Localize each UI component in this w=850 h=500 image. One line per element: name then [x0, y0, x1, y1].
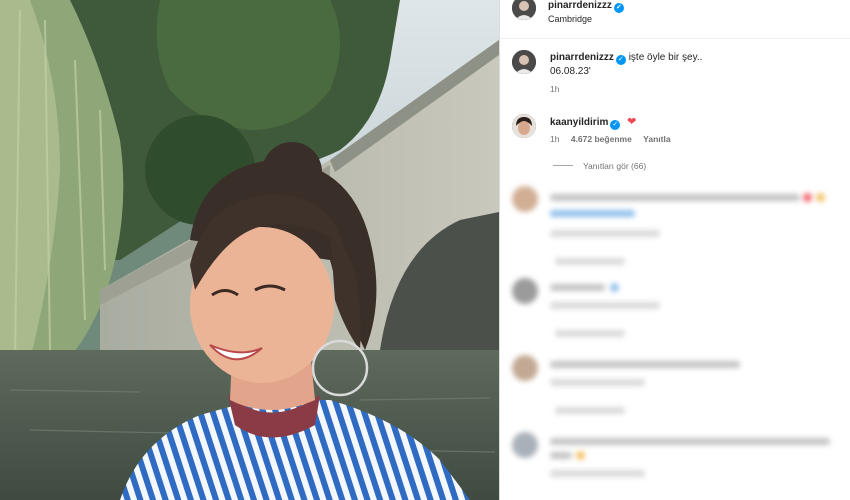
- blurred-meta: [550, 230, 660, 237]
- verified-badge-icon: ✓: [613, 3, 624, 13]
- comment-meta: 1h 4.672 beğenme Yanıtla: [550, 134, 680, 144]
- reply-button[interactable]: Yanıtla: [643, 134, 670, 144]
- commenter-username[interactable]: kaanyildirim: [550, 117, 608, 128]
- blurred-avatar: [512, 278, 538, 304]
- caption-timestamp[interactable]: 1h: [550, 84, 559, 94]
- post-header: pinarrdenizzz ✓ Cambridge: [500, 0, 850, 39]
- blurred-emoji: [576, 451, 585, 460]
- caption-author-avatar[interactable]: [512, 50, 536, 74]
- caption-username[interactable]: pinarrdenizzz: [550, 52, 614, 63]
- blurred-avatar: [512, 432, 538, 458]
- blurred-avatar: [512, 186, 538, 212]
- blurred-meta: [550, 302, 660, 309]
- blurred-text: [550, 438, 830, 445]
- blurred-meta: [550, 470, 645, 477]
- comment-line: kaanyildirim ✓ ❤: [550, 115, 636, 130]
- verified-badge-icon: ✓: [615, 55, 626, 65]
- heart-icon: ❤: [627, 116, 637, 128]
- view-replies-button[interactable]: Yanıtları gör (66): [553, 161, 646, 171]
- blurred-text: [550, 284, 605, 291]
- author-username[interactable]: pinarrdenizzz: [548, 0, 612, 11]
- blurred-meta: [550, 379, 645, 386]
- post-side-panel: pinarrdenizzz ✓ Cambridge pinarrdenizzz ✓ …: [499, 0, 850, 500]
- blurred-badge: [610, 283, 619, 292]
- commenter-avatar[interactable]: [512, 114, 536, 138]
- verified-badge-icon: ✓: [610, 120, 621, 130]
- view-replies-label: Yanıtları gör (66): [583, 161, 647, 171]
- author-avatar[interactable]: [512, 0, 536, 20]
- blurred-replies: [555, 258, 625, 265]
- post-location[interactable]: Cambridge: [548, 14, 592, 24]
- blurred-text: [550, 210, 635, 217]
- blurred-heart: [803, 193, 812, 202]
- blurred-text: [550, 361, 740, 368]
- author-username-row[interactable]: pinarrdenizzz ✓: [548, 0, 624, 13]
- blurred-replies: [555, 330, 625, 337]
- caption-text: işte öyle bir şey..: [628, 52, 703, 63]
- blurred-text: [550, 452, 572, 459]
- photo-image: [0, 0, 499, 500]
- blurred-text: [550, 194, 800, 201]
- comment-likes[interactable]: 4.672 beğenme: [571, 134, 632, 144]
- caption-line: pinarrdenizzz ✓ işte öyle bir şey..: [550, 52, 702, 65]
- blurred-comments: [500, 180, 850, 500]
- comment-timestamp[interactable]: 1h: [550, 134, 559, 144]
- blurred-replies: [555, 407, 625, 414]
- caption-date: 06.08.23': [550, 66, 591, 77]
- blurred-avatar: [512, 355, 538, 381]
- post-photo[interactable]: [0, 0, 499, 500]
- replies-divider: [553, 165, 573, 166]
- blurred-emoji: [816, 193, 825, 202]
